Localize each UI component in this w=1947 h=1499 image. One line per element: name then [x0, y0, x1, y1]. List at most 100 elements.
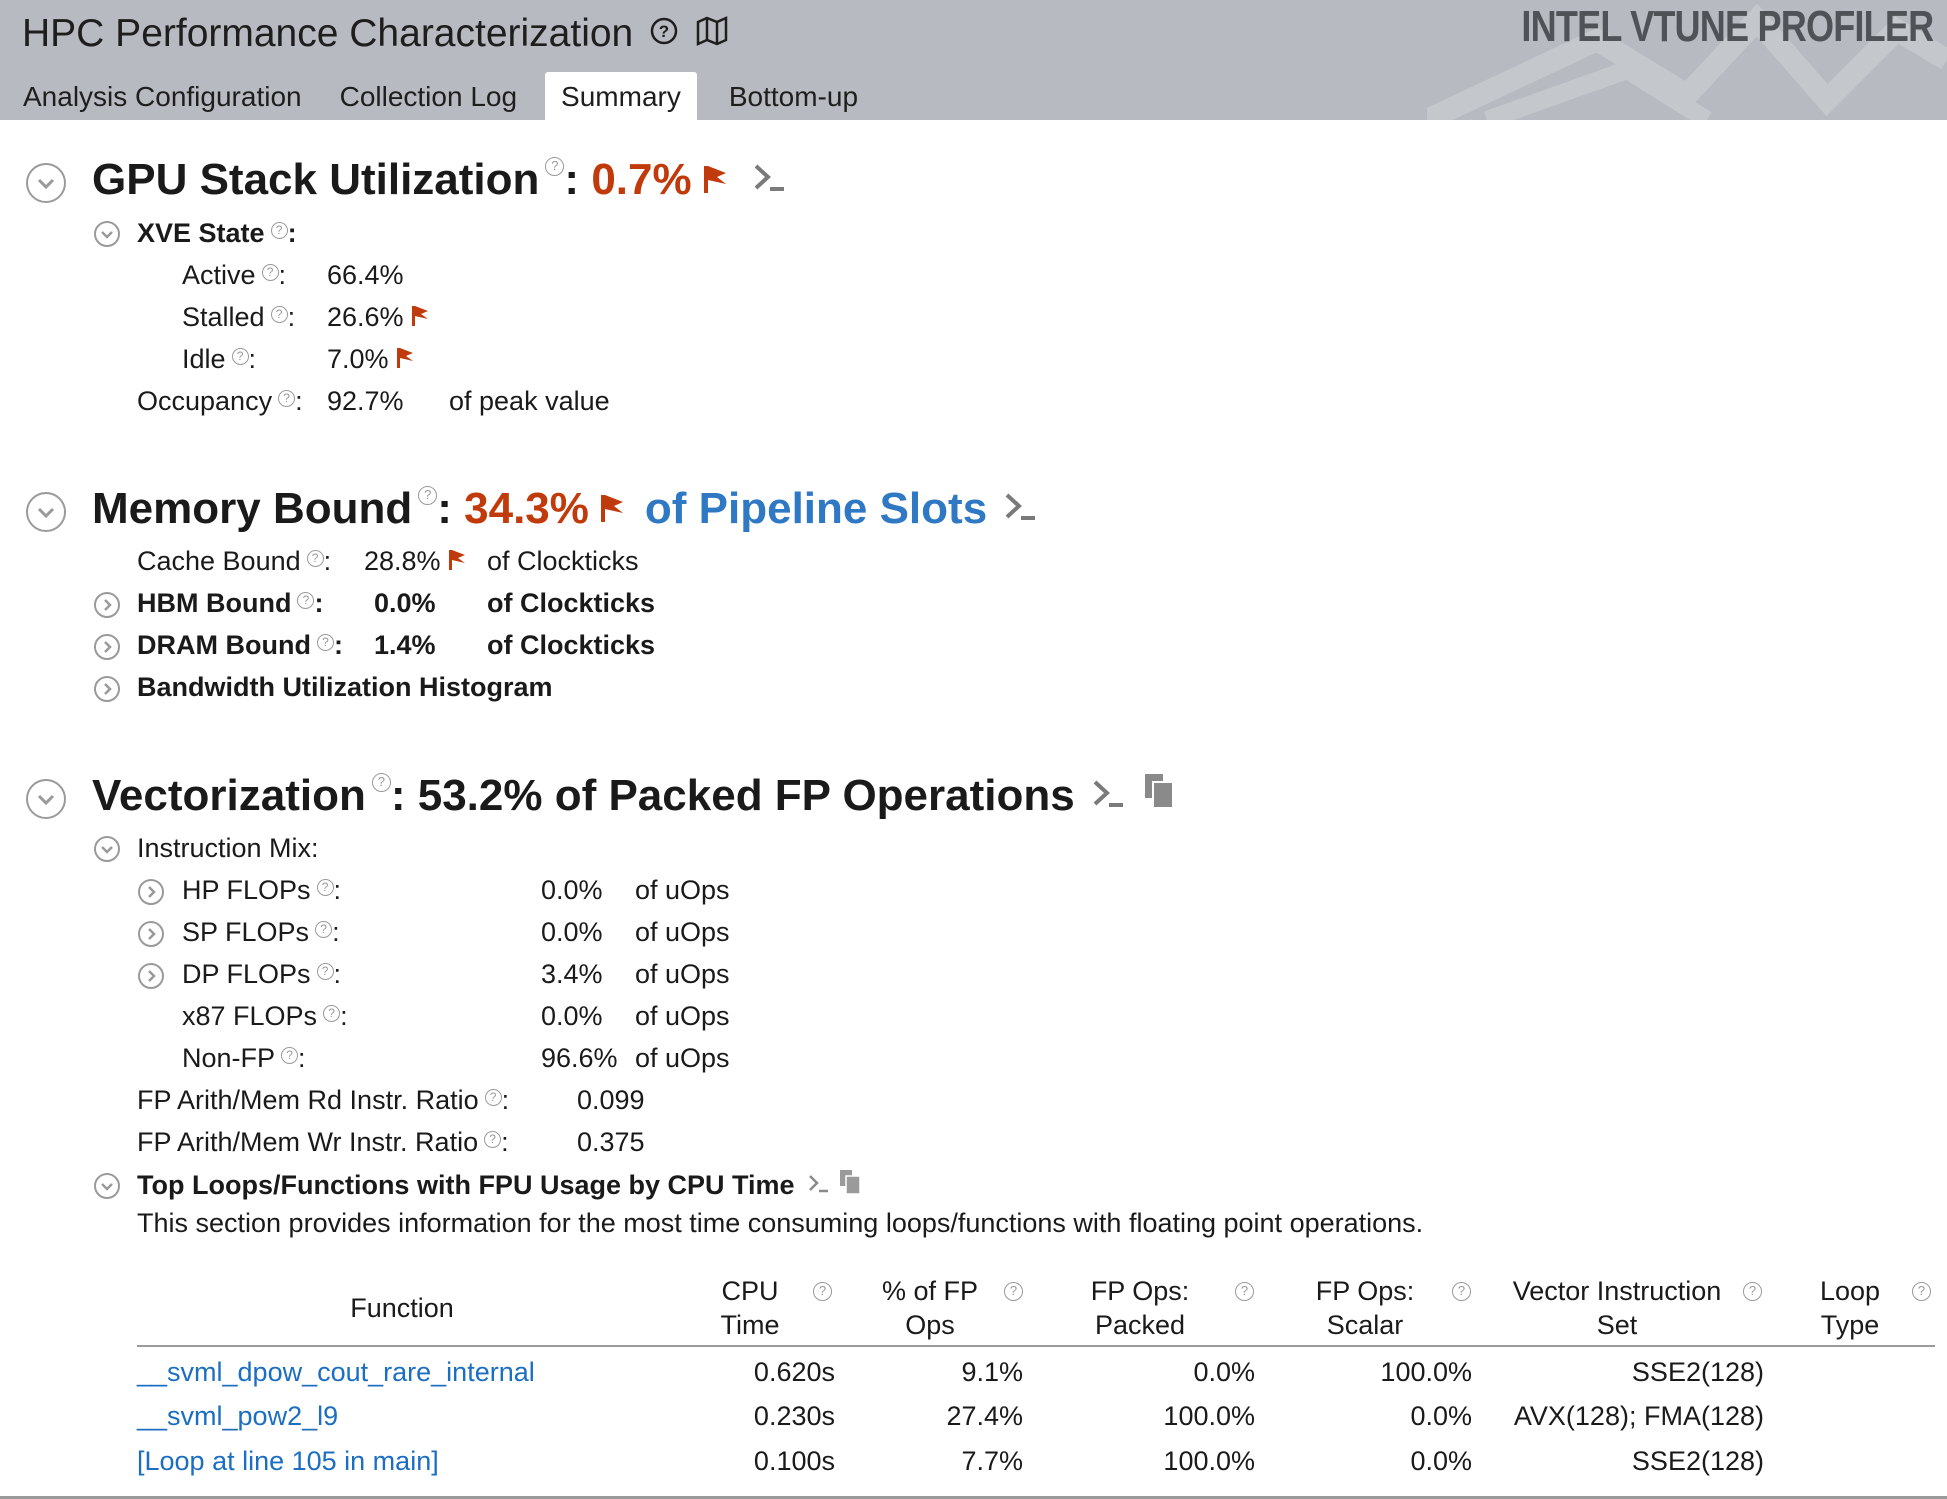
function-link[interactable]: [Loop at line 105 in main]	[137, 1446, 439, 1477]
brand-logo: INTEL VTUNE PROFILER	[1521, 2, 1934, 51]
help-icon[interactable]: ?	[1004, 1282, 1023, 1301]
help-icon[interactable]: ?	[371, 772, 391, 792]
col-header-fp-scalar-line2: Scalar	[1326, 1310, 1404, 1340]
occupancy-text: Occupancy	[137, 386, 273, 416]
function-link[interactable]: __svml_pow2_l9	[137, 1401, 338, 1432]
help-icon[interactable]: ?	[484, 1089, 502, 1106]
bandwidth-histogram-label[interactable]: Bandwidth Utilization Histogram	[137, 672, 553, 703]
sp-flops-text: SP FLOPs	[182, 917, 310, 947]
histogram-toggle[interactable]	[94, 676, 120, 702]
dp-flops-toggle[interactable]	[138, 963, 164, 989]
col-header-fp-scalar-line1: FP Ops:	[1315, 1276, 1415, 1306]
vectorization-section-toggle[interactable]	[26, 779, 66, 819]
col-header-function[interactable]: Function	[137, 1291, 667, 1325]
help-circle-icon[interactable]: ?	[649, 12, 679, 56]
col-header-loop-type[interactable]: Loop Type	[1805, 1274, 1895, 1342]
help-icon[interactable]: ?	[270, 306, 288, 323]
sp-flops-toggle[interactable]	[138, 921, 164, 947]
help-icon[interactable]: ?	[1743, 1282, 1762, 1301]
help-icon[interactable]: ?	[306, 550, 324, 567]
help-icon[interactable]: ?	[1452, 1282, 1471, 1301]
flag-icon	[411, 303, 429, 334]
help-icon[interactable]: ?	[316, 634, 334, 651]
non-fp-text: Non-FP	[182, 1043, 276, 1073]
col-header-fp-packed-line2: Packed	[1094, 1310, 1186, 1340]
terminal-prompt-icon[interactable]	[1003, 484, 1037, 534]
page-title-text: HPC Performance Characterization	[22, 12, 634, 55]
cache-bound-unit: of Clockticks	[487, 546, 639, 576]
copy-icon[interactable]	[839, 1169, 861, 1202]
help-icon[interactable]: ?	[297, 592, 315, 609]
flag-icon	[448, 547, 466, 578]
stalled-value: 26.6%	[327, 302, 404, 332]
book-map-icon[interactable]	[695, 12, 729, 56]
chevron-down-icon	[101, 1183, 113, 1191]
hp-flops-toggle[interactable]	[138, 879, 164, 905]
gpu-section-toggle[interactable]	[26, 163, 66, 203]
xve-state-toggle[interactable]	[94, 221, 120, 247]
col-header-vector-isa-line1: Vector Instruction	[1512, 1276, 1722, 1306]
colon-separator: :	[298, 1043, 306, 1073]
help-icon[interactable]: ?	[270, 222, 288, 239]
colon-separator: :	[278, 260, 287, 290]
colon-separator: :	[314, 588, 324, 618]
tab-collection-log[interactable]: Collection Log	[324, 72, 533, 120]
tab-bottom-up[interactable]: Bottom-up	[713, 72, 874, 120]
help-icon[interactable]: ?	[323, 1005, 341, 1022]
help-icon[interactable]: ?	[1235, 1282, 1254, 1301]
instruction-mix-toggle[interactable]	[94, 836, 120, 862]
x87-flops-label: x87 FLOPs?:	[182, 1001, 348, 1032]
tab-analysis-configuration[interactable]: Analysis Configuration	[7, 72, 318, 120]
help-icon[interactable]: ?	[281, 1047, 299, 1064]
help-icon[interactable]: ?	[484, 1131, 502, 1148]
gpu-utilization-value: 0.7%	[591, 155, 692, 204]
memory-section-toggle[interactable]	[26, 492, 66, 532]
terminal-prompt-icon[interactable]	[807, 1170, 829, 1201]
function-link[interactable]: __svml_dpow_cout_rare_internal	[137, 1357, 535, 1388]
help-icon[interactable]: ?	[813, 1282, 832, 1301]
help-icon[interactable]: ?	[1912, 1282, 1931, 1301]
help-icon[interactable]: ?	[278, 390, 296, 407]
dram-bound-label: DRAM Bound?:	[137, 630, 343, 661]
occupancy-label: Occupancy?:	[137, 386, 303, 417]
col-header-fp-scalar[interactable]: FP Ops: Scalar	[1305, 1274, 1425, 1342]
idle-value: 7.0%	[327, 344, 389, 374]
terminal-prompt-icon[interactable]	[1091, 771, 1125, 821]
terminal-prompt-icon[interactable]	[752, 155, 786, 205]
top-loops-toggle[interactable]	[94, 1173, 120, 1199]
stalled-text: Stalled	[182, 302, 265, 332]
col-header-vector-isa[interactable]: Vector Instruction Set	[1502, 1274, 1732, 1342]
col-header-fp-packed[interactable]: FP Ops: Packed	[1080, 1274, 1200, 1342]
help-icon[interactable]: ?	[315, 921, 333, 938]
help-icon[interactable]: ?	[545, 156, 565, 176]
hbm-bound-label: HBM Bound?:	[137, 588, 323, 619]
help-icon[interactable]: ?	[316, 963, 334, 980]
col-header-loop-type-line2: Type	[1820, 1310, 1880, 1340]
chevron-right-icon	[104, 683, 112, 695]
copy-icon[interactable]	[1143, 771, 1175, 821]
non-fp-label: Non-FP?:	[182, 1043, 306, 1074]
colon-separator: :	[333, 875, 342, 905]
hbm-bound-toggle[interactable]	[94, 592, 120, 618]
dram-bound-toggle[interactable]	[94, 634, 120, 660]
x87-flops-unit: of uOps	[635, 1001, 730, 1031]
fp-wr-ratio-label: FP Arith/Mem Wr Instr. Ratio?:	[137, 1127, 509, 1158]
help-icon[interactable]: ?	[231, 348, 249, 365]
colon-separator: :	[323, 546, 332, 576]
col-header-fp-ops[interactable]: % of FP Ops	[870, 1274, 990, 1342]
cache-bound-value: 28.8%	[364, 546, 441, 576]
col-header-cpu-time[interactable]: CPU Time	[700, 1274, 800, 1342]
cpu-time-cell: 0.230s	[753, 1401, 835, 1431]
chevron-right-icon	[104, 599, 112, 611]
help-icon[interactable]: ?	[261, 264, 279, 281]
active-value: 66.4%	[327, 260, 404, 290]
tab-summary[interactable]: Summary	[545, 72, 697, 120]
chevron-right-icon	[104, 641, 112, 653]
non-fp-unit: of uOps	[635, 1043, 730, 1073]
tab-bar: Analysis Configuration Collection Log Su…	[0, 72, 874, 120]
non-fp-value: 96.6%	[541, 1043, 618, 1073]
x87-flops-value: 0.0%	[541, 1001, 603, 1031]
help-icon[interactable]: ?	[316, 879, 334, 896]
help-icon[interactable]: ?	[418, 485, 438, 505]
flag-icon	[702, 155, 728, 205]
